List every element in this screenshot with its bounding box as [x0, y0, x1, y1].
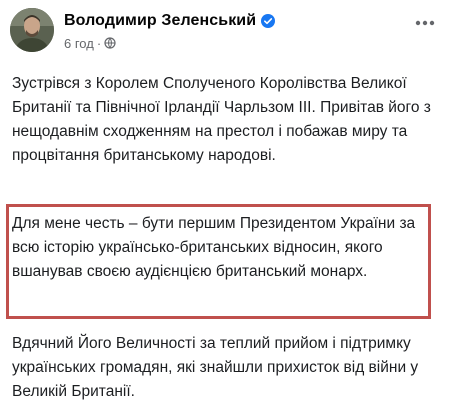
post-paragraph-1: Зустрівся з Королем Сполученого Королівс…: [12, 75, 431, 164]
more-options-icon: [415, 20, 435, 26]
post-header: Володимир Зеленський 6 год ·: [10, 8, 441, 58]
author-row: Володимир Зеленський: [64, 10, 276, 32]
meta-separator: ·: [96, 35, 102, 51]
post-paragraph-3: Вдячний Його Величності за теплий прийом…: [12, 335, 419, 400]
more-options-button[interactable]: [413, 14, 437, 32]
post-time[interactable]: 6 год: [64, 36, 94, 51]
post-paragraph-2-highlighted: Для мене честь – бути першим Президентом…: [12, 215, 416, 280]
profile-avatar[interactable]: [10, 8, 54, 52]
facebook-post: Володимир Зеленський 6 год · Зустрівся з…: [0, 0, 451, 416]
globe-icon: [104, 37, 116, 49]
author-name[interactable]: Володимир Зеленський: [64, 12, 256, 30]
post-meta: 6 год ·: [64, 34, 116, 52]
verified-badge-icon: [261, 14, 276, 28]
